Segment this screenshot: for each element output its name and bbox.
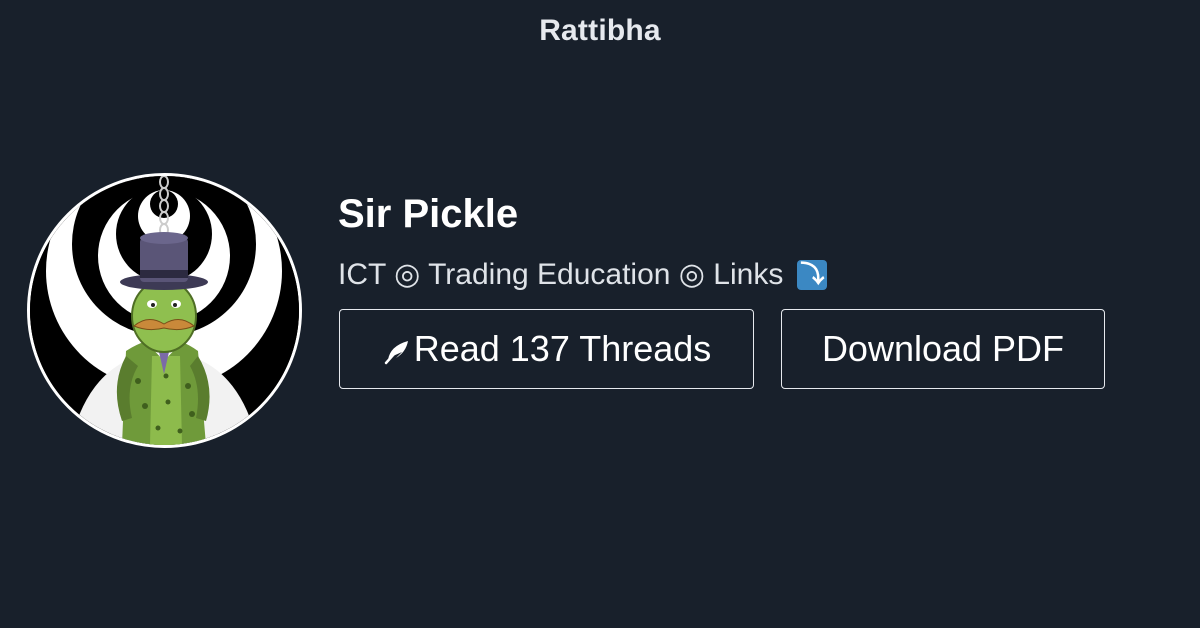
profile-name: Sir Pickle	[338, 192, 519, 236]
read-threads-button[interactable]: Read 137 Threads	[339, 309, 754, 389]
profile-bio-text: ICT ◎ Trading Education ◎ Links	[338, 258, 784, 291]
read-threads-label: Read 137 Threads	[413, 328, 712, 369]
site-brand[interactable]: Rattibha	[0, 14, 1200, 48]
arrow-curve-down-icon: ⤵	[797, 259, 828, 290]
download-pdf-label: Download PDF	[821, 328, 1065, 369]
pickle-gentleman-icon	[30, 176, 299, 445]
profile-avatar	[27, 173, 302, 448]
download-pdf-button[interactable]: Download PDF	[781, 309, 1105, 389]
profile-bio: ICT ◎ Trading Education ◎ Links ⤵	[338, 257, 828, 292]
feather-icon	[384, 341, 408, 365]
